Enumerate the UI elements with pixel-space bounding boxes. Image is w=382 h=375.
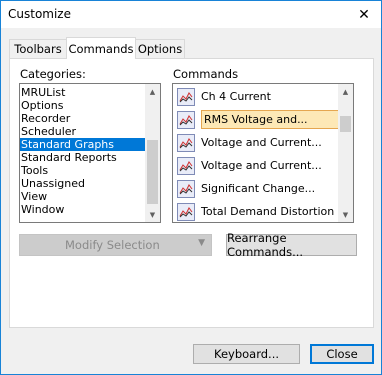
commands-panel: Categories: Commands MRUList Options Rec… — [9, 58, 374, 328]
category-item[interactable]: Recorder — [20, 112, 160, 125]
categories-scrollbar[interactable]: ▲ ▼ — [145, 84, 160, 222]
commands-label: Commands — [173, 67, 239, 81]
dropdown-arrow-icon: ▼ — [198, 238, 205, 248]
command-item[interactable]: Significant Change... — [173, 177, 353, 200]
command-item[interactable]: Voltage and Current... — [173, 131, 353, 154]
graph-icon — [177, 179, 195, 198]
tab-toolbars[interactable]: Toolbars — [9, 39, 67, 58]
command-item[interactable]: Total Demand Distortion — [173, 200, 353, 222]
scroll-up-icon[interactable]: ▲ — [338, 84, 353, 99]
command-item[interactable]: Ch 4 Current — [173, 85, 353, 108]
command-label: Voltage and Current... — [201, 136, 322, 149]
category-item[interactable]: MRUList — [20, 86, 160, 99]
commands-listbox[interactable]: Ch 4 Current RMS Voltage and... Voltage … — [172, 83, 354, 223]
categories-label: Categories: — [20, 67, 86, 81]
close-icon[interactable]: ✕ — [347, 1, 381, 28]
category-item[interactable]: Options — [20, 99, 160, 112]
title-bar: Customize ✕ — [1, 1, 381, 28]
graph-icon — [177, 156, 195, 175]
commands-scrollbar[interactable]: ▲ ▼ — [338, 84, 353, 222]
graph-icon — [177, 110, 195, 129]
rearrange-commands-button[interactable]: Rearrange Commands... — [226, 231, 357, 259]
tab-options[interactable]: Options — [135, 39, 185, 58]
category-item[interactable]: Window — [20, 203, 160, 216]
category-item[interactable]: Scheduler — [20, 125, 160, 138]
command-label: Ch 4 Current — [201, 90, 271, 103]
command-label: Total Demand Distortion — [201, 205, 335, 218]
modify-selection-label: Modify Selection — [65, 238, 160, 252]
graph-icon — [177, 133, 195, 152]
scroll-up-icon[interactable]: ▲ — [145, 84, 160, 99]
category-item[interactable]: Unassigned — [20, 177, 160, 190]
command-item[interactable]: Voltage and Current... — [173, 154, 353, 177]
command-label: Voltage and Current... — [201, 159, 322, 172]
scroll-down-icon[interactable]: ▼ — [145, 207, 160, 222]
command-label: RMS Voltage and... — [204, 113, 308, 126]
graph-icon — [177, 87, 195, 106]
tab-strip: Toolbars Commands Options — [9, 37, 369, 59]
keyboard-button[interactable]: Keyboard... — [193, 344, 300, 364]
modify-selection-button[interactable]: Modify Selection ▼ — [19, 234, 212, 256]
category-item[interactable]: Tools — [20, 164, 160, 177]
categories-listbox[interactable]: MRUList Options Recorder Scheduler Stand… — [19, 83, 161, 223]
category-item[interactable]: View — [20, 190, 160, 203]
graph-icon — [177, 202, 195, 221]
scroll-thumb[interactable] — [340, 116, 351, 132]
category-item-selected[interactable]: Standard Graphs — [20, 138, 160, 151]
customize-dialog: Customize ✕ Toolbars Commands Options Ca… — [0, 0, 382, 375]
close-button[interactable]: Close — [310, 344, 374, 364]
tab-commands[interactable]: Commands — [66, 37, 136, 59]
scroll-down-icon[interactable]: ▼ — [338, 207, 353, 222]
window-title: Customize — [8, 7, 71, 21]
command-item-selected[interactable]: RMS Voltage and... — [173, 108, 353, 131]
command-label: Significant Change... — [201, 182, 316, 195]
scroll-thumb[interactable] — [147, 140, 158, 204]
category-item[interactable]: Standard Reports — [20, 151, 160, 164]
